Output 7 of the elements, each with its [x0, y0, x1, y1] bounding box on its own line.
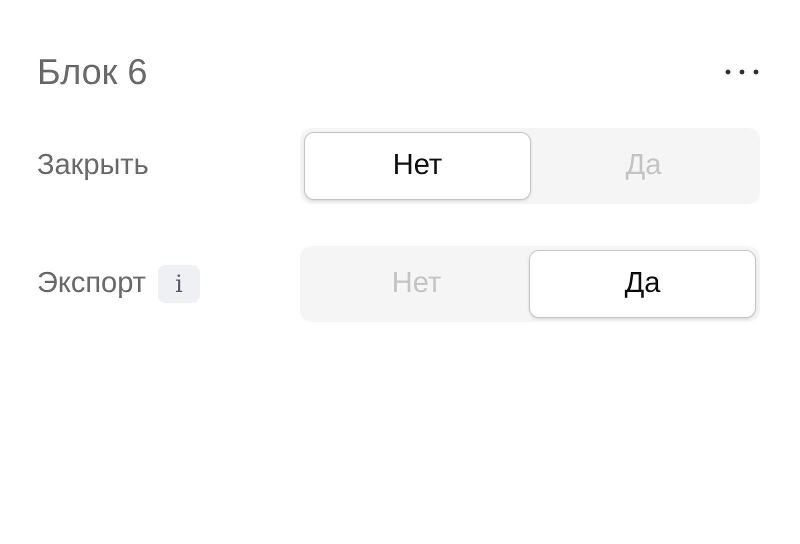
block-title: Блок 6 [37, 50, 148, 94]
info-badge[interactable]: i [158, 265, 200, 303]
row-label: Закрыть [37, 148, 149, 184]
segment-option[interactable]: Да [529, 250, 756, 318]
segment-option[interactable]: Нет [304, 132, 531, 200]
more-icon[interactable] [725, 69, 759, 75]
row-label: Экспорт [37, 266, 146, 302]
